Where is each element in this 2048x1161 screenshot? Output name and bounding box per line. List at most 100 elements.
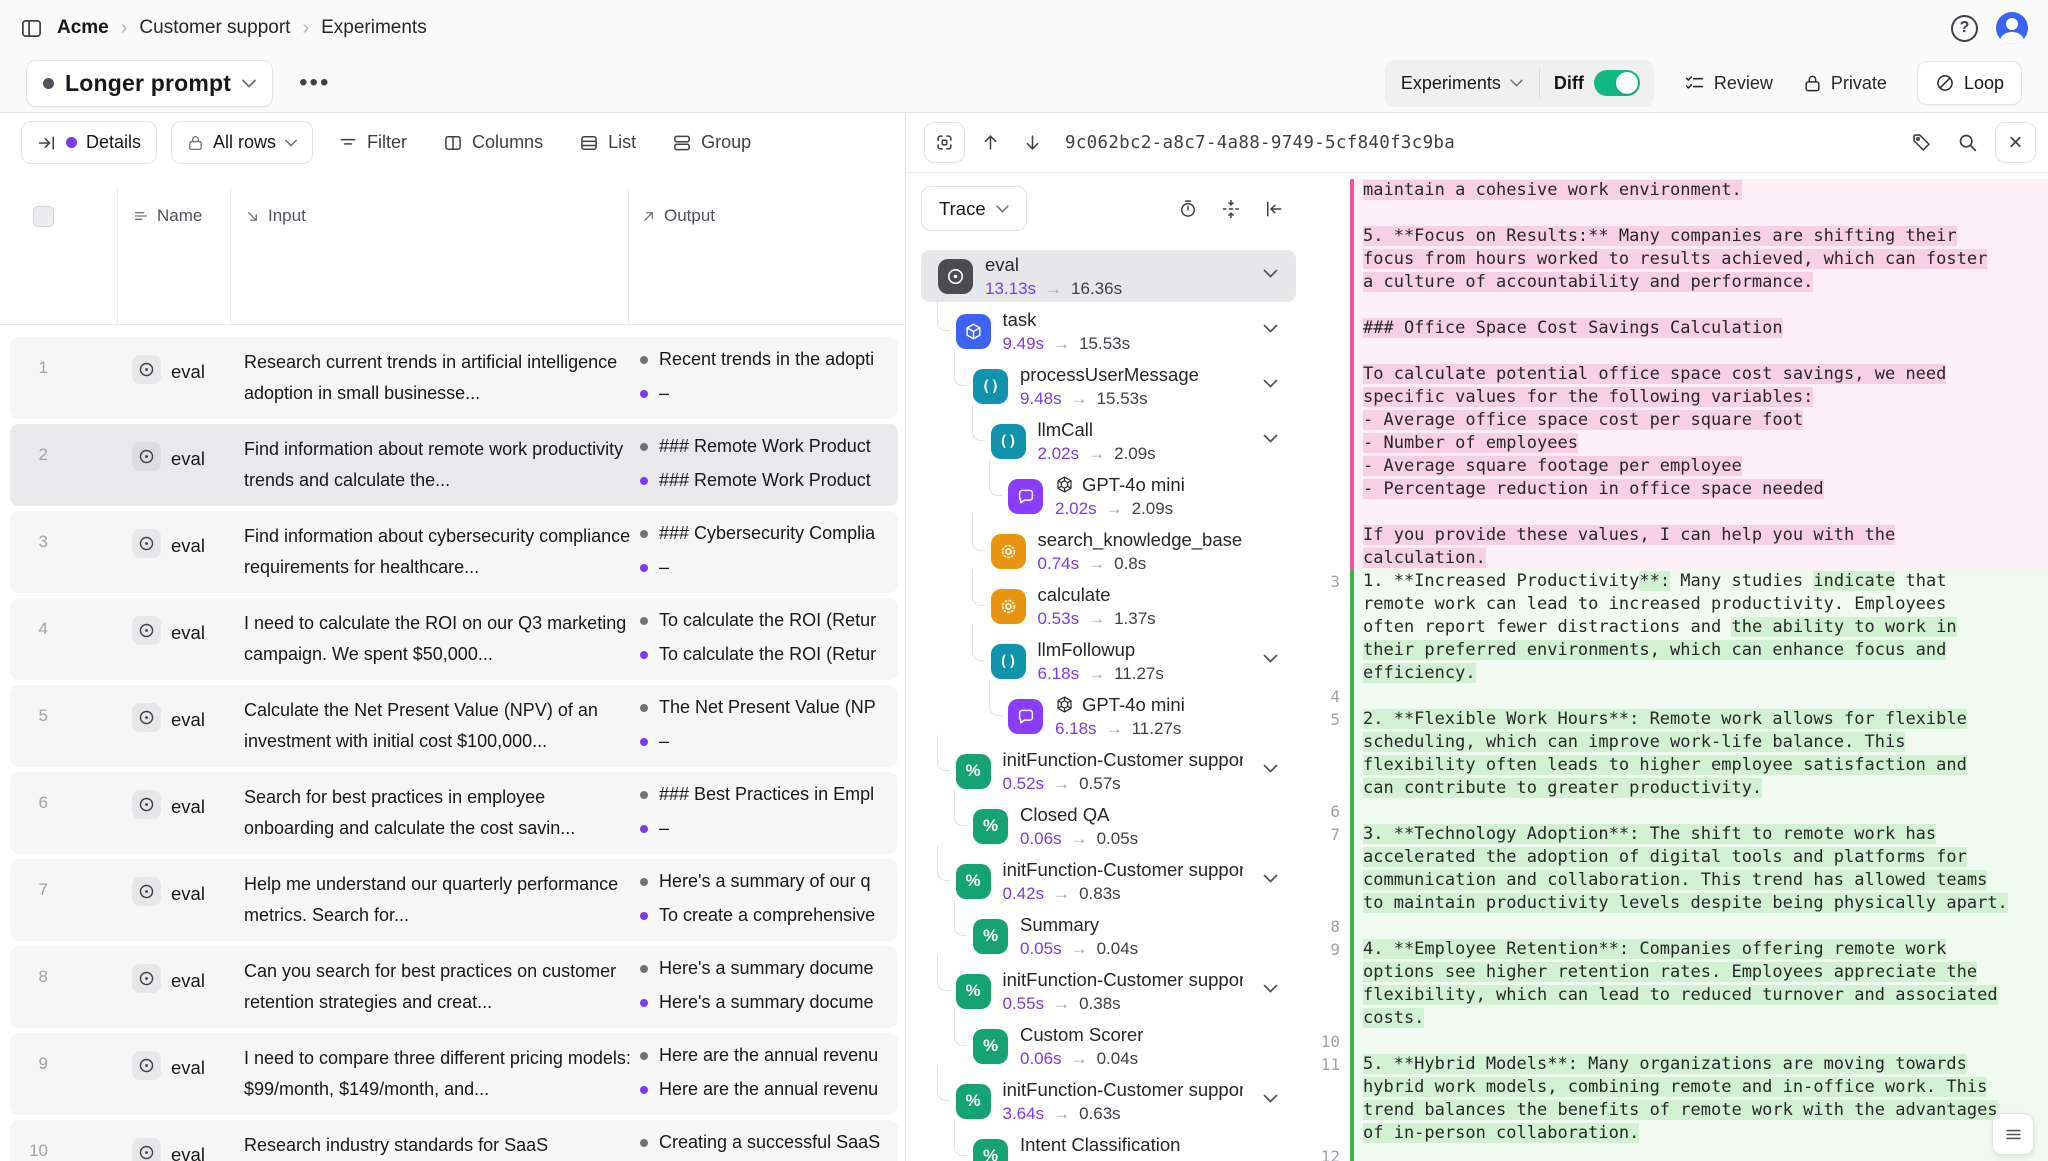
table-row[interactable]: 10evalResearch industry standards for Sa…: [10, 1120, 898, 1161]
line-number: [1304, 1076, 1350, 1099]
columns-button[interactable]: Columns: [432, 121, 554, 164]
collapse-vertical-icon[interactable]: [1221, 199, 1241, 219]
breadcrumb-project[interactable]: Customer support: [139, 17, 290, 39]
table-row[interactable]: 2evalFind information about remote work …: [10, 424, 898, 506]
table-row[interactable]: 3evalFind information about cybersecurit…: [10, 511, 898, 593]
trace-node-task[interactable]: task9.49s→15.53s: [921, 305, 1296, 357]
close-panel-button[interactable]: ×: [1995, 122, 2036, 163]
diff-line-text: [1350, 685, 2048, 708]
chevron-down-icon[interactable]: [1263, 654, 1278, 663]
diff-line-text: can contribute to greater productivity.: [1350, 777, 2048, 800]
chevron-down-icon[interactable]: [1263, 324, 1278, 333]
table-body: 1evalResearch current trends in artifici…: [10, 337, 898, 1161]
chevron-down-icon[interactable]: [1263, 1094, 1278, 1103]
eval-icon: [132, 877, 161, 906]
diff-toggle-switch[interactable]: [1594, 70, 1640, 96]
table-row[interactable]: 4evalI need to calculate the ROI on our …: [10, 598, 898, 680]
filter-button[interactable]: Filter: [327, 121, 418, 164]
collapse-left-icon[interactable]: [1264, 199, 1284, 219]
line-number: [1304, 248, 1350, 271]
chevron-down-icon[interactable]: [1263, 434, 1278, 443]
private-button[interactable]: Private: [1803, 73, 1887, 94]
trace-node-llmcall[interactable]: ()llmCall2.02s→2.09s: [921, 415, 1296, 467]
table-row[interactable]: 9evalI need to compare three different p…: [10, 1033, 898, 1115]
trace-node-closed-qa[interactable]: %Closed QA0.06s→0.05s: [921, 800, 1296, 852]
group-button[interactable]: Group: [661, 121, 762, 164]
column-divider: [230, 188, 231, 324]
diff-line: If you provide these values, I can help …: [1304, 524, 2048, 547]
diff-line: hybrid work models, combining remote and…: [1304, 1076, 2048, 1099]
trace-node-initfunction-customer-support-c-[interactable]: %initFunction-Customer support-C...0.55s…: [921, 965, 1296, 1017]
experiment-table-pane: Details All rows Filter Columns List: [0, 113, 905, 1161]
breadcrumb-section[interactable]: Experiments: [321, 17, 427, 39]
diff-line-text: [1350, 202, 2048, 225]
trace-node-gpt-4o-mini[interactable]: GPT-4o mini6.18s→11.27s: [921, 690, 1296, 742]
node-durations: 9.49s→15.53s: [1003, 334, 1131, 354]
row-name: eval: [171, 970, 205, 992]
sidebar-toggle-icon[interactable]: [20, 17, 43, 40]
view-dropdown[interactable]: Experiments: [1385, 60, 1539, 107]
tree-connector: [937, 845, 950, 881]
diff-line-text: [1350, 294, 2048, 317]
trace-view-dropdown[interactable]: Trace: [921, 186, 1027, 231]
chevron-down-icon[interactable]: [1263, 379, 1278, 388]
details-button[interactable]: Details: [21, 121, 157, 164]
review-button[interactable]: Review: [1684, 73, 1773, 94]
next-row-button[interactable]: [1015, 126, 1049, 160]
eval-icon: [132, 355, 161, 384]
list-button[interactable]: List: [568, 121, 647, 164]
arrow-up-right-icon: [641, 209, 656, 224]
trace-node-custom-scorer[interactable]: %Custom Scorer0.06s→0.04s: [921, 1020, 1296, 1072]
eval-icon: [132, 790, 161, 819]
diff-line: 52. **Flexible Work Hours**: Remote work…: [1304, 708, 2048, 731]
diff-line-text: scheduling, which can improve work-life …: [1350, 731, 2048, 754]
trace-node-intent-classification[interactable]: %Intent Classification0.13s→0.02s: [921, 1130, 1296, 1161]
chevron-down-icon[interactable]: [1263, 984, 1278, 993]
chevron-down-icon[interactable]: [1263, 269, 1278, 278]
table-row[interactable]: 5evalCalculate the Net Present Value (NP…: [10, 685, 898, 767]
diff-line-text: 3. **Technology Adoption**: The shift to…: [1350, 823, 2048, 846]
breadcrumb-org[interactable]: Acme: [57, 17, 109, 39]
avatar[interactable]: [1996, 12, 2028, 44]
select-all-checkbox[interactable]: [33, 206, 54, 227]
help-icon[interactable]: ?: [1951, 15, 1978, 42]
column-header-input[interactable]: Input: [245, 206, 306, 226]
trace-node-initfunction-customer-support-c-[interactable]: %initFunction-Customer support-C...3.64s…: [921, 1075, 1296, 1127]
column-header-output[interactable]: Output: [641, 206, 715, 226]
trace-node-llmfollowup[interactable]: ()llmFollowup6.18s→11.27s: [921, 635, 1296, 687]
close-icon: ×: [2008, 131, 2022, 155]
search-icon[interactable]: [1949, 125, 1985, 161]
node-durations: 0.52s→0.57s: [1003, 774, 1243, 794]
loop-button[interactable]: Loop: [1917, 61, 2022, 105]
more-options-button[interactable]: •••: [291, 63, 338, 103]
diff-line-text: 5. **Focus on Results:** Many companies …: [1350, 225, 2048, 248]
row-number: 6: [10, 793, 48, 813]
node-durations: 0.74s→0.8s: [1038, 554, 1243, 574]
diff-line-text: options see higher retention rates. Empl…: [1350, 961, 2048, 984]
table-header: Name Input Output: [0, 180, 905, 325]
table-row[interactable]: 8evalCan you search for best practices o…: [10, 946, 898, 1028]
tag-icon[interactable]: [1903, 125, 1939, 161]
rows-filter-dropdown[interactable]: All rows: [171, 121, 313, 164]
table-row[interactable]: 1evalResearch current trends in artifici…: [10, 337, 898, 419]
column-header-name[interactable]: Name: [133, 206, 202, 226]
chevron-down-icon[interactable]: [1263, 764, 1278, 773]
diff-line: specific values for the following variab…: [1304, 386, 2048, 409]
experiment-selector[interactable]: Longer prompt: [26, 60, 273, 107]
trace-node-summary[interactable]: %Summary0.05s→0.04s: [921, 910, 1296, 962]
trace-node-initfunction-customer-support-c-[interactable]: %initFunction-Customer support-C...0.52s…: [921, 745, 1296, 797]
table-row[interactable]: 6evalSearch for best practices in employ…: [10, 772, 898, 854]
expand-panel-button[interactable]: [924, 122, 965, 163]
chevron-down-icon[interactable]: [1263, 874, 1278, 883]
row-number: 7: [10, 880, 48, 900]
node-label: processUserMessage: [1020, 364, 1199, 386]
table-row[interactable]: 7evalHelp me understand our quarterly pe…: [10, 859, 898, 941]
previous-row-button[interactable]: [973, 126, 1007, 160]
trace-node-initfunction-customer-support-c-[interactable]: %initFunction-Customer support-C...0.42s…: [921, 855, 1296, 907]
timing-icon[interactable]: [1178, 199, 1198, 219]
diff-toggle[interactable]: Diff: [1540, 60, 1654, 107]
trace-node-eval[interactable]: eval13.13s→16.36s: [921, 250, 1296, 302]
outline-button[interactable]: [1992, 1113, 2034, 1155]
line-number: 4: [1304, 685, 1350, 708]
trace-id[interactable]: 9c062bc2-a8c7-4a88-9749-5cf840f3c9ba: [1065, 133, 1455, 153]
